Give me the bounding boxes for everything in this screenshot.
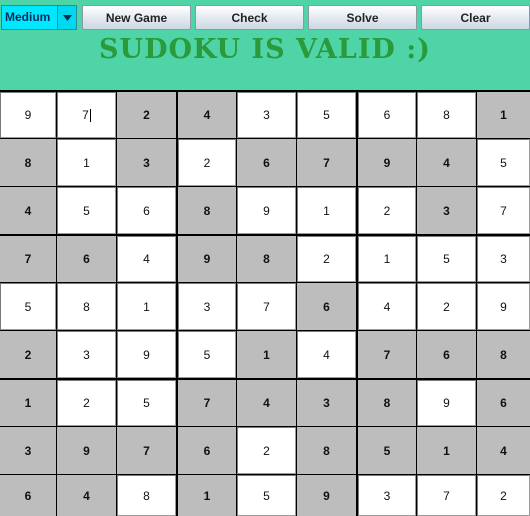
- sudoku-cell-r3-c2[interactable]: 5: [57, 187, 116, 234]
- sudoku-cell-r8-c1: 3: [0, 427, 56, 474]
- sudoku-cell-r3-c7[interactable]: 2: [358, 187, 416, 234]
- sudoku-cell-r1-c9: 1: [477, 92, 530, 138]
- check-button[interactable]: Check: [195, 5, 304, 30]
- sudoku-cell-r1-c2[interactable]: 7: [57, 92, 116, 138]
- sudoku-cell-r3-c5[interactable]: 9: [237, 187, 296, 234]
- sudoku-cell-r6-c7: 7: [358, 331, 416, 378]
- sudoku-cell-r1-c6[interactable]: 5: [297, 92, 356, 138]
- sudoku-cell-r9-c6: 9: [297, 475, 356, 516]
- sudoku-cell-r7-c3[interactable]: 5: [117, 380, 176, 426]
- sudoku-cell-r3-c8: 3: [417, 187, 476, 234]
- difficulty-select[interactable]: Medium: [1, 5, 77, 30]
- sudoku-cell-r2-c6: 7: [297, 139, 356, 186]
- sudoku-cell-r6-c6[interactable]: 4: [297, 331, 356, 378]
- sudoku-cell-r4-c2: 6: [57, 236, 116, 282]
- sudoku-cell-r1-c5[interactable]: 3: [237, 92, 296, 138]
- sudoku-cell-r7-c2[interactable]: 2: [57, 380, 116, 426]
- sudoku-cell-r8-c4: 6: [178, 427, 236, 474]
- sudoku-cell-r9-c1: 6: [0, 475, 56, 516]
- sudoku-cell-r1-c7[interactable]: 6: [358, 92, 416, 138]
- sudoku-cell-r4-c5: 8: [237, 236, 296, 282]
- sudoku-cell-r6-c1: 2: [0, 331, 56, 378]
- sudoku-cell-r7-c7: 8: [358, 380, 416, 426]
- sudoku-cell-r9-c3[interactable]: 8: [117, 475, 176, 516]
- sudoku-cell-r5-c6: 6: [297, 283, 356, 330]
- sudoku-cell-r5-c5[interactable]: 7: [237, 283, 296, 330]
- sudoku-cell-r9-c8[interactable]: 7: [417, 475, 476, 516]
- sudoku-cell-r1-c8[interactable]: 8: [417, 92, 476, 138]
- sudoku-cell-r4-c1: 7: [0, 236, 56, 282]
- sudoku-cell-r8-c3: 7: [117, 427, 176, 474]
- sudoku-cell-r9-c5[interactable]: 5: [237, 475, 296, 516]
- toolbar-area: Medium New Game Check Solve Clear SUDOKU…: [0, 0, 530, 92]
- sudoku-cell-r5-c3[interactable]: 1: [117, 283, 176, 330]
- sudoku-cell-r2-c4[interactable]: 2: [178, 139, 236, 186]
- new-game-button[interactable]: New Game: [82, 5, 191, 30]
- sudoku-cell-r2-c8: 4: [417, 139, 476, 186]
- sudoku-cell-r8-c6: 8: [297, 427, 356, 474]
- clear-button[interactable]: Clear: [421, 5, 530, 30]
- sudoku-cell-r7-c4: 7: [178, 380, 236, 426]
- sudoku-cell-r4-c9[interactable]: 3: [477, 236, 530, 282]
- sudoku-cell-r6-c4[interactable]: 5: [178, 331, 236, 378]
- sudoku-cell-r5-c7[interactable]: 4: [358, 283, 416, 330]
- sudoku-cell-r9-c2: 4: [57, 475, 116, 516]
- sudoku-cell-r5-c1[interactable]: 5: [0, 283, 56, 330]
- sudoku-cell-r6-c5: 1: [237, 331, 296, 378]
- sudoku-cell-r5-c2[interactable]: 8: [57, 283, 116, 330]
- sudoku-cell-r1-c4: 4: [178, 92, 236, 138]
- sudoku-cell-r6-c2[interactable]: 3: [57, 331, 116, 378]
- sudoku-cell-r8-c8: 1: [417, 427, 476, 474]
- sudoku-cell-r8-c9: 4: [477, 427, 530, 474]
- sudoku-cell-r4-c4: 9: [178, 236, 236, 282]
- sudoku-cell-r7-c8[interactable]: 9: [417, 380, 476, 426]
- sudoku-cell-r3-c3[interactable]: 6: [117, 187, 176, 234]
- sudoku-cell-r5-c9[interactable]: 9: [477, 283, 530, 330]
- sudoku-cell-r3-c9[interactable]: 7: [477, 187, 530, 234]
- sudoku-cell-r9-c9[interactable]: 2: [477, 475, 530, 516]
- sudoku-cell-r9-c7[interactable]: 3: [358, 475, 416, 516]
- sudoku-cell-r6-c9: 8: [477, 331, 530, 378]
- sudoku-cell-r8-c7: 5: [358, 427, 416, 474]
- sudoku-cell-r4-c3[interactable]: 4: [117, 236, 176, 282]
- sudoku-cell-r9-c4: 1: [178, 475, 236, 516]
- sudoku-cell-r5-c4[interactable]: 3: [178, 283, 236, 330]
- sudoku-cell-r1-c1[interactable]: 9: [0, 92, 56, 138]
- sudoku-cell-r4-c7[interactable]: 1: [358, 236, 416, 282]
- sudoku-cell-r3-c6[interactable]: 1: [297, 187, 356, 234]
- sudoku-cell-r2-c3: 3: [117, 139, 176, 186]
- sudoku-cell-r3-c4: 8: [178, 187, 236, 234]
- sudoku-cell-r8-c2: 9: [57, 427, 116, 474]
- sudoku-cell-r7-c6: 3: [297, 380, 356, 426]
- sudoku-cell-r2-c5: 6: [237, 139, 296, 186]
- chevron-down-icon[interactable]: [57, 6, 76, 29]
- sudoku-board: 9724356818132679454568912377649821535813…: [0, 90, 530, 516]
- sudoku-cell-r2-c2[interactable]: 1: [57, 139, 116, 186]
- sudoku-cell-r6-c8: 6: [417, 331, 476, 378]
- sudoku-cell-r7-c5: 4: [237, 380, 296, 426]
- difficulty-value: Medium: [5, 10, 51, 24]
- sudoku-cell-r1-c3: 2: [117, 92, 176, 138]
- sudoku-cell-r2-c9[interactable]: 5: [477, 139, 530, 186]
- solve-button[interactable]: Solve: [308, 5, 417, 30]
- sudoku-cell-r7-c1: 1: [0, 380, 56, 426]
- status-message: SUDOKU IS VALID :): [99, 34, 431, 65]
- sudoku-cell-r7-c9: 6: [477, 380, 530, 426]
- sudoku-cell-r8-c5[interactable]: 2: [237, 427, 296, 474]
- sudoku-cell-r4-c8[interactable]: 5: [417, 236, 476, 282]
- sudoku-cell-r2-c7: 9: [358, 139, 416, 186]
- sudoku-cell-r2-c1: 8: [0, 139, 56, 186]
- sudoku-cell-r5-c8[interactable]: 2: [417, 283, 476, 330]
- sudoku-cell-r4-c6[interactable]: 2: [297, 236, 356, 282]
- sudoku-cell-r3-c1: 4: [0, 187, 56, 234]
- sudoku-cell-r6-c3[interactable]: 9: [117, 331, 176, 378]
- text-caret: [89, 108, 91, 122]
